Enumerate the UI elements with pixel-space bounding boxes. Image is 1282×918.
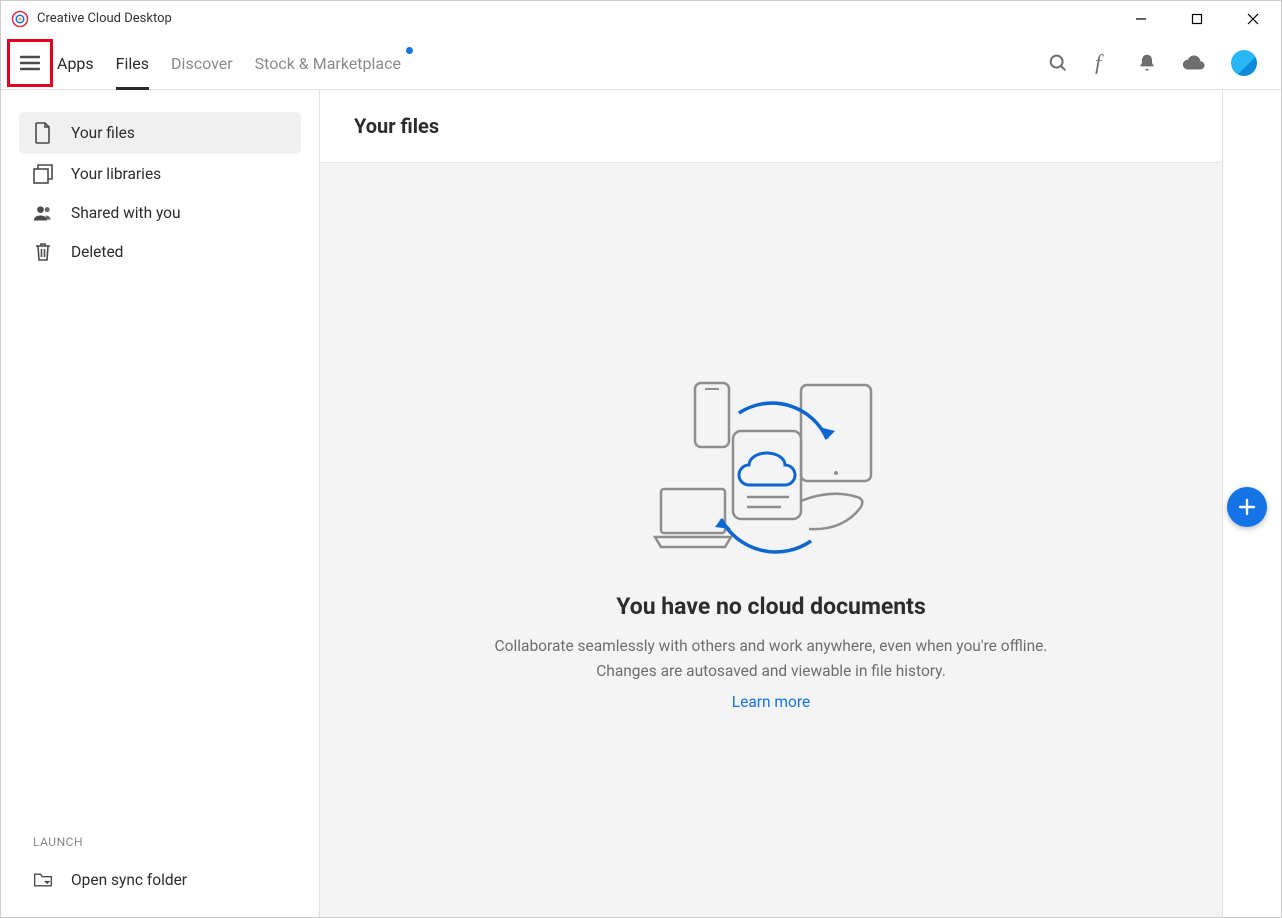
notifications-icon[interactable] (1137, 52, 1157, 74)
empty-state: You have no cloud documents Collaborate … (471, 369, 1071, 710)
sidebar-item-shared[interactable]: Shared with you (19, 194, 301, 232)
add-fab-button[interactable] (1227, 487, 1267, 527)
window-controls (1113, 1, 1281, 37)
sidebar: Your files Your libraries Shared with yo… (1, 90, 319, 917)
sidebar-section-launch: LAUNCH (33, 835, 301, 849)
sidebar-item-label: Your files (71, 124, 135, 142)
sidebar-item-open-sync-folder[interactable]: Open sync folder (19, 861, 301, 899)
sidebar-item-your-libraries[interactable]: Your libraries (19, 154, 301, 194)
people-icon (33, 204, 53, 222)
avatar[interactable] (1231, 50, 1257, 76)
tab-apps[interactable]: Apps (57, 37, 94, 89)
notification-dot-icon (406, 47, 413, 54)
main-content: You have no cloud documents Collaborate … (320, 163, 1222, 917)
fonts-icon[interactable]: f (1093, 52, 1113, 74)
folder-sync-icon (33, 871, 53, 889)
sidebar-item-deleted[interactable]: Deleted (19, 232, 301, 272)
top-nav: Apps Files Discover Stock & Marketplace … (1, 37, 1281, 90)
plus-icon (1238, 498, 1256, 516)
empty-state-description: Collaborate seamlessly with others and w… (471, 634, 1071, 682)
hamburger-highlight (7, 39, 53, 87)
hamburger-menu-icon[interactable] (20, 55, 40, 71)
maximize-button[interactable] (1169, 1, 1225, 37)
tab-apps-label: Apps (57, 54, 94, 73)
tab-files-label: Files (116, 54, 149, 73)
window-title: Creative Cloud Desktop (37, 11, 172, 26)
sidebar-item-label: Deleted (71, 243, 123, 261)
search-icon[interactable] (1047, 52, 1069, 74)
close-button[interactable] (1225, 1, 1281, 37)
tab-stock-marketplace[interactable]: Stock & Marketplace (255, 37, 401, 89)
learn-more-link[interactable]: Learn more (471, 693, 1071, 711)
tab-stock-label: Stock & Marketplace (255, 54, 401, 73)
main-panel: Your files (319, 90, 1223, 917)
sidebar-item-label: Your libraries (71, 165, 161, 183)
tab-files[interactable]: Files (116, 37, 149, 89)
sidebar-item-label: Open sync folder (71, 871, 187, 889)
trash-icon (33, 242, 53, 262)
title-bar: Creative Cloud Desktop (1, 1, 1281, 37)
tab-discover[interactable]: Discover (171, 37, 233, 89)
libraries-icon (33, 164, 53, 184)
sidebar-item-label: Shared with you (71, 204, 181, 222)
app-logo-icon (11, 10, 29, 28)
main-header: Your files (320, 90, 1222, 163)
empty-state-title: You have no cloud documents (471, 593, 1071, 620)
cloud-icon[interactable] (1181, 54, 1207, 72)
file-icon (33, 122, 53, 144)
svg-text:f: f (1095, 52, 1104, 74)
sidebar-item-your-files[interactable]: Your files (19, 112, 301, 154)
tab-discover-label: Discover (171, 54, 233, 73)
empty-illustration-icon (471, 369, 1071, 569)
minimize-button[interactable] (1113, 1, 1169, 37)
